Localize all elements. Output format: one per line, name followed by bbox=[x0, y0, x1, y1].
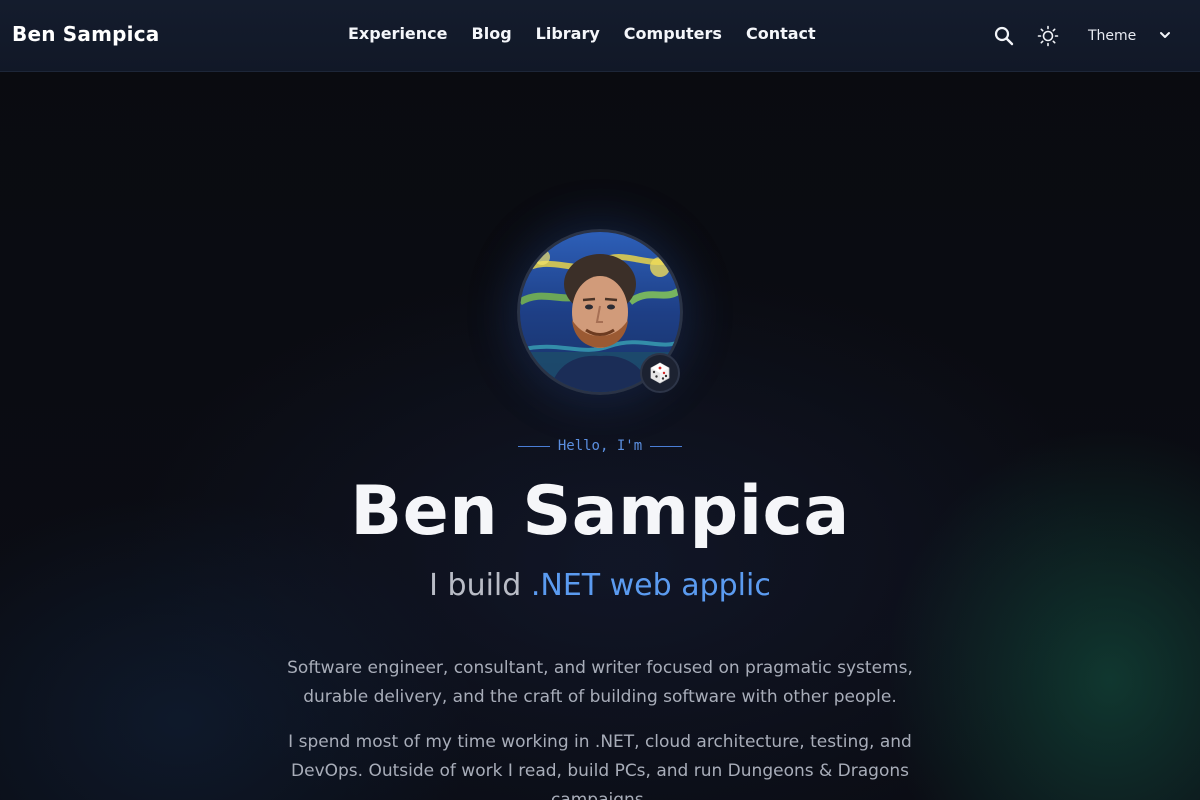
nav-link-library[interactable]: Library bbox=[536, 24, 600, 43]
site-title[interactable]: Ben Sampica bbox=[12, 22, 159, 46]
search-button[interactable] bbox=[992, 24, 1016, 48]
site-header: Ben Sampica Experience Blog Library Comp… bbox=[0, 0, 1200, 72]
dice-icon bbox=[650, 362, 670, 384]
theme-select[interactable]: Theme bbox=[1080, 22, 1180, 50]
intro-paragraph-1: Software engineer, consultant, and write… bbox=[287, 658, 913, 707]
intro-paragraph-2: I spend most of my time working in .NET,… bbox=[288, 732, 912, 800]
chevron-down-icon bbox=[1160, 32, 1170, 38]
page: Ben Sampica Experience Blog Library Comp… bbox=[0, 0, 1200, 800]
random-avatar-button[interactable] bbox=[640, 353, 680, 393]
theme-select-label: Theme bbox=[1088, 28, 1137, 44]
nav-link-contact[interactable]: Contact bbox=[746, 24, 816, 43]
nav-link-blog[interactable]: Blog bbox=[472, 24, 512, 43]
greeting-line-left bbox=[517, 445, 550, 447]
main-nav: Experience Blog Library Computers Contac… bbox=[348, 24, 816, 43]
greeting-text: Hello, I'm bbox=[557, 438, 643, 454]
theme-toggle-button[interactable] bbox=[1036, 24, 1060, 48]
nav-link-experience[interactable]: Experience bbox=[348, 24, 448, 43]
hero-name: Ben Sampica bbox=[350, 472, 850, 551]
tagline-typed: .NET web applic bbox=[530, 568, 771, 603]
greeting: Hello, I'm bbox=[0, 438, 1200, 454]
sun-icon bbox=[1037, 25, 1059, 47]
nav-link-computers[interactable]: Computers bbox=[624, 24, 722, 43]
search-icon bbox=[994, 26, 1014, 46]
tagline: I build .NET web applic bbox=[0, 568, 1200, 603]
greeting-line-right bbox=[650, 445, 683, 447]
tagline-prefix: I build bbox=[429, 568, 522, 603]
avatar-container bbox=[517, 229, 683, 395]
